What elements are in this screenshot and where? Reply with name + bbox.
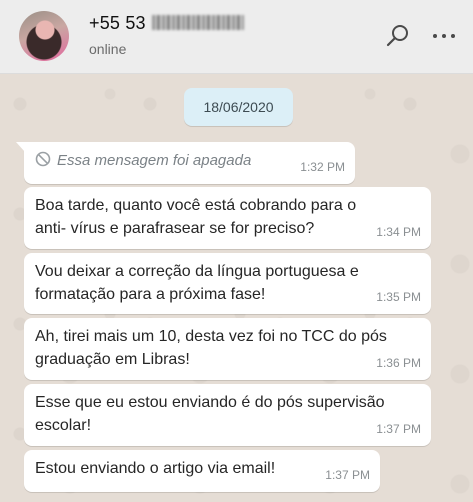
message-time: 1:34 PM <box>376 225 421 239</box>
contact-name-text: +55 53 <box>89 13 146 33</box>
chat-header: +55 53 online <box>0 0 473 74</box>
ban-icon <box>35 151 51 167</box>
deleted-message-text: Essa mensagem foi apagada <box>57 152 252 169</box>
search-icon[interactable] <box>384 22 412 50</box>
contact-name[interactable]: +55 53 <box>89 13 244 34</box>
message-bubble[interactable]: Ah, tirei mais um 10, desta vez foi no T… <box>24 318 431 380</box>
message-time: 1:35 PM <box>376 290 421 304</box>
message-bubble-deleted[interactable]: Essa mensagem foi apagada 1:32 PM <box>16 142 355 184</box>
date-chip: 18/06/2020 <box>184 88 293 126</box>
message-text: Ah, tirei mais um 10, desta vez foi no T… <box>35 328 387 368</box>
contact-status: online <box>89 41 127 57</box>
more-options-icon[interactable] <box>430 22 458 50</box>
message-text: Vou deixar a correção da língua portugue… <box>35 263 359 303</box>
message-bubble[interactable]: Vou deixar a correção da língua portugue… <box>24 253 431 314</box>
message-bubble[interactable]: Boa tarde, quanto você está cobrando par… <box>24 187 431 249</box>
message-time: 1:32 PM <box>300 160 345 174</box>
message-text: Boa tarde, quanto você está cobrando par… <box>35 197 357 237</box>
message-time: 1:37 PM <box>376 422 421 436</box>
contact-avatar[interactable] <box>19 11 69 61</box>
message-time: 1:36 PM <box>376 356 421 370</box>
message-bubble[interactable]: Esse que eu estou enviando é do pós supe… <box>24 384 431 446</box>
message-text: Essa mensagem foi apagada <box>35 149 345 172</box>
message-time: 1:37 PM <box>325 468 370 482</box>
message-text: Esse que eu estou enviando é do pós supe… <box>35 394 385 434</box>
message-text: Estou enviando o artigo via email! <box>35 460 276 477</box>
message-bubble[interactable]: Estou enviando o artigo via email! 1:37 … <box>24 450 380 492</box>
redacted-number <box>151 15 244 30</box>
